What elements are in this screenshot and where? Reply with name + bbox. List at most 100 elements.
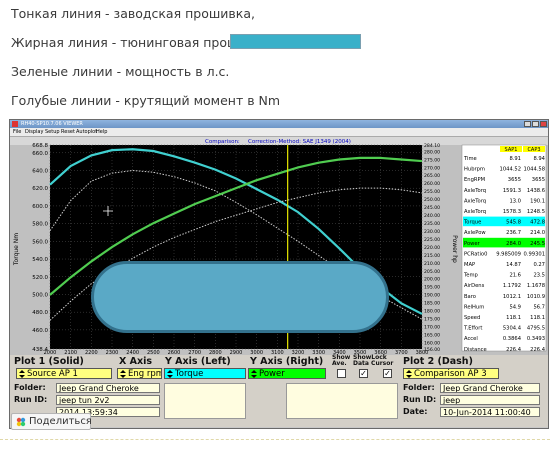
readout-row-value: 1.1678 bbox=[527, 283, 545, 289]
post-line-thin: Тонкая линия - заводская прошивка, bbox=[11, 6, 255, 21]
readout-row-value: 4795.5 bbox=[527, 326, 545, 332]
lock-cursor-checkbox[interactable]: ✓ bbox=[383, 369, 392, 378]
maximize-button[interactable] bbox=[532, 121, 539, 127]
readout-row-label: Temp bbox=[463, 273, 479, 279]
readout-row-value: 1248.5 bbox=[527, 209, 545, 215]
folder-field-2[interactable]: Jeep Grand Cheroke bbox=[440, 383, 540, 393]
y-right-tick-label: 210.00 bbox=[424, 261, 440, 267]
y-left-tick-label: 620.0 bbox=[32, 186, 48, 192]
minimize-button[interactable] bbox=[524, 121, 531, 127]
readout-row-label: Time bbox=[463, 156, 477, 162]
readout-header: SAP1 bbox=[505, 147, 518, 153]
readout-row-value: 226.4 bbox=[506, 347, 522, 353]
x-axis-select[interactable]: Eng rpm bbox=[117, 368, 162, 379]
y-axis-right-select[interactable]: Power bbox=[248, 368, 326, 379]
app-icon bbox=[12, 121, 18, 127]
readout-row-value: 0.27 bbox=[533, 262, 545, 268]
readout-row-label: AirDens bbox=[464, 283, 485, 289]
redacted-link[interactable] bbox=[230, 34, 361, 49]
readout-row-label: PCRatio0 bbox=[464, 251, 487, 257]
y-left-tick-label: 438.4 bbox=[32, 347, 48, 353]
share-button[interactable]: Поделиться bbox=[11, 413, 92, 430]
readout-header: CAP3 bbox=[527, 147, 540, 153]
y-right-tick-label: 170.00 bbox=[424, 325, 440, 331]
spinner-icon[interactable] bbox=[166, 370, 173, 378]
show-ave-checkbox[interactable] bbox=[337, 369, 346, 378]
readout-row-value: 23.5 bbox=[533, 273, 545, 279]
spinner-icon[interactable] bbox=[119, 370, 126, 378]
x-axis-label: X Axis bbox=[119, 356, 153, 367]
plot1-source-value: Source AP 1 bbox=[27, 369, 78, 379]
y-left-tick-label: 640.0 bbox=[32, 169, 48, 175]
chart-header-comparison: Comparison: bbox=[205, 139, 240, 145]
plot2-source-select[interactable]: Comparison AP 3 bbox=[403, 368, 499, 379]
date-label-2: Date: bbox=[403, 407, 428, 416]
menu-autoplot[interactable]: Autoplot bbox=[76, 128, 97, 137]
y-left-tick-label: 520.0 bbox=[32, 275, 48, 281]
y-axis-left-value: Torque bbox=[175, 369, 204, 379]
runid-label-1: Run ID: bbox=[14, 395, 48, 404]
y-axis-right-value: Power bbox=[259, 369, 285, 379]
window-title: RH40-SP10.7.06 VIEWER bbox=[21, 121, 83, 127]
readout-row-label: T.Effort bbox=[463, 326, 482, 332]
post-line-green: Зеленые линии - мощность в л.с. bbox=[11, 64, 230, 79]
readout-row-label: RelHum bbox=[464, 304, 484, 310]
runid-field-1[interactable]: jeep tun 2v2 bbox=[56, 395, 160, 405]
readout-row-label: AxleTorq bbox=[464, 188, 486, 194]
menu-help[interactable]: Help bbox=[96, 128, 107, 137]
readout-row-value: 226.4 bbox=[530, 347, 546, 353]
data-readout-table: SAP1 CAP3 Time 8.91 8.94 Hubrpm 1044.52 1044.58… bbox=[461, 144, 547, 353]
y-left-tick-label: 480.0 bbox=[32, 310, 48, 316]
redaction-pill bbox=[91, 261, 389, 333]
y-right-tick-label: 185.00 bbox=[424, 301, 440, 307]
readout-row-label: Baro bbox=[464, 294, 476, 300]
readout-row-value: 3655 bbox=[508, 177, 521, 183]
y-right-tick-label: 245.00 bbox=[424, 205, 440, 211]
readout-row-label: AxleTorq bbox=[464, 198, 486, 204]
show-lock-label: ShowLock Data Cursor bbox=[353, 354, 394, 367]
y-axis-right-label: Y Axis (Right) bbox=[250, 356, 324, 367]
y-right-tick-label: 190.00 bbox=[424, 293, 440, 299]
y-right-tick-label: 175.00 bbox=[424, 317, 440, 323]
readout-row-label: MAP bbox=[464, 262, 475, 268]
readout-row-label: Torque bbox=[463, 220, 481, 226]
readout-row-label: Speed bbox=[464, 315, 480, 321]
plot1-source-select[interactable]: Source AP 1 bbox=[16, 368, 112, 379]
y-left-tick-label: 668.8 bbox=[32, 143, 48, 149]
readout-row-value: 0.3864 bbox=[503, 336, 522, 342]
y-right-tick-label: 284.10 bbox=[424, 143, 440, 149]
spinner-icon[interactable] bbox=[18, 370, 25, 378]
plot1-label: Plot 1 (Solid) bbox=[14, 356, 84, 367]
y-left-tick-label: 600.0 bbox=[32, 204, 48, 210]
spinner-icon[interactable] bbox=[250, 370, 257, 378]
y-right-tick-label: 265.00 bbox=[424, 173, 440, 179]
y-right-tick-label: 205.00 bbox=[424, 269, 440, 275]
menu-file[interactable]: File bbox=[13, 128, 21, 137]
folder-label-2: Folder: bbox=[403, 383, 435, 392]
date-field-2[interactable]: 10-Jun-2014 11:00:40 bbox=[440, 407, 540, 417]
show-data-cursor-checkbox[interactable]: ✓ bbox=[359, 369, 368, 378]
spinner-icon[interactable] bbox=[405, 370, 412, 378]
y-right-tick-label: 156.00 bbox=[424, 347, 440, 353]
readout-row-value: 1591.3 bbox=[503, 188, 521, 194]
menu-setup[interactable]: Setup bbox=[45, 128, 60, 137]
show-ave-label: Show Ave. bbox=[332, 354, 351, 367]
readout-row-value: 8.94 bbox=[533, 156, 545, 162]
runid-field-2[interactable]: jeep bbox=[440, 395, 540, 405]
readout-row-value: 118.1 bbox=[506, 315, 521, 321]
readout-row-value: 8.91 bbox=[509, 156, 521, 162]
y-right-tick-label: 225.00 bbox=[424, 237, 440, 243]
y-right-tick-label: 280.00 bbox=[424, 149, 440, 155]
menu-reset[interactable]: Reset bbox=[61, 128, 75, 137]
y-right-tick-label: 230.00 bbox=[424, 229, 440, 235]
plot2-label: Plot 2 (Dash) bbox=[403, 356, 473, 367]
folder-field-1[interactable]: Jeep Grand Cheroke bbox=[56, 383, 160, 393]
readout-row-label: AxleTorq bbox=[464, 209, 486, 215]
menu-display[interactable]: Display bbox=[25, 128, 43, 137]
readout-row-value: 0.3493 bbox=[527, 336, 545, 342]
readout-row-value: 245.5 bbox=[530, 241, 545, 247]
close-button[interactable] bbox=[540, 121, 547, 127]
y-left-info-area bbox=[164, 383, 246, 419]
y-axis-left-select[interactable]: Torque bbox=[164, 368, 246, 379]
y-right-tick-label: 260.00 bbox=[424, 181, 440, 187]
